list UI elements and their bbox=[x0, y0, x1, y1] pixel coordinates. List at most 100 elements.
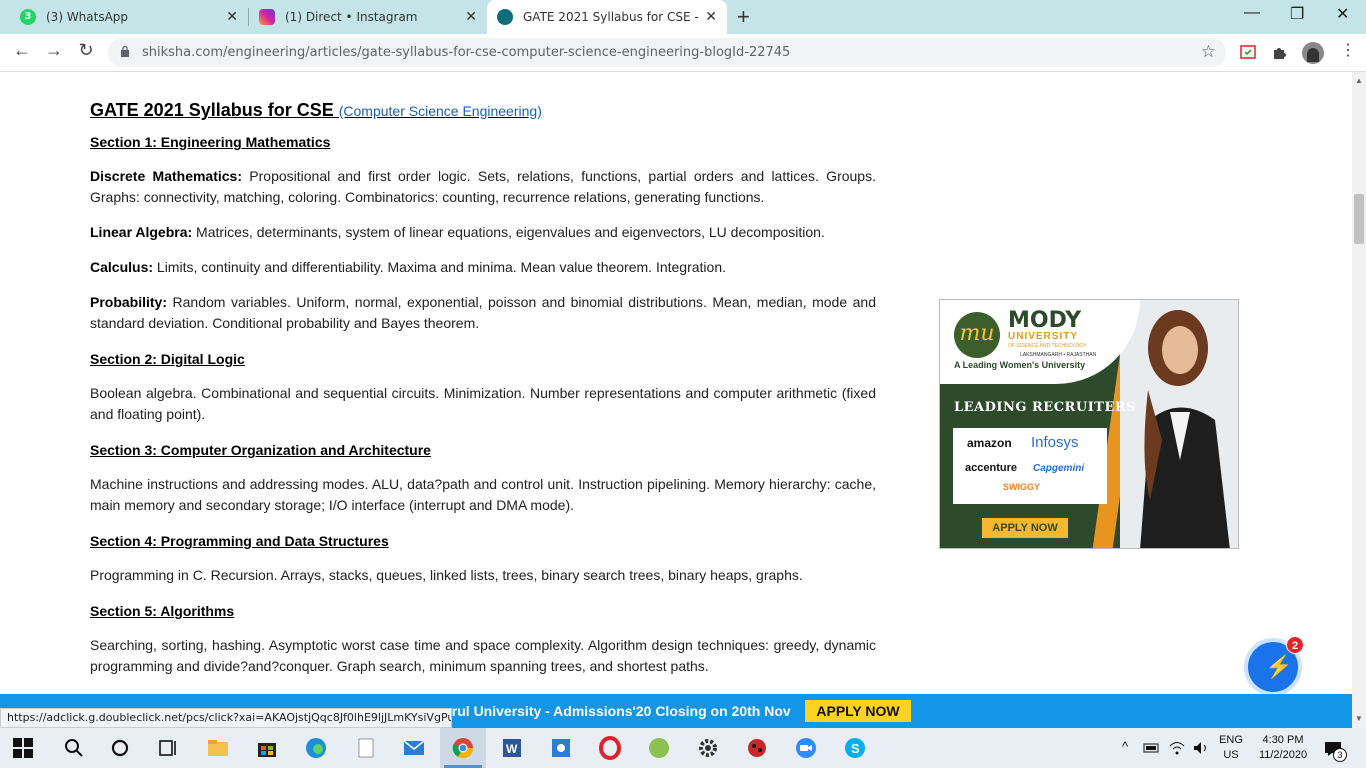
ad-heading: LEADING RECRUITERS bbox=[954, 400, 1137, 415]
amazon-logo: amazon bbox=[967, 436, 1012, 450]
banner-text: arul University - Admissions'20 Closing … bbox=[444, 703, 791, 719]
date-text: 11/2/2020 bbox=[1258, 749, 1308, 761]
close-icon[interactable]: ✕ bbox=[465, 9, 477, 25]
minimize-button[interactable]: — bbox=[1244, 4, 1260, 22]
section-heading: Section 5: Algorithms bbox=[90, 603, 235, 619]
ad-apply-button[interactable]: APPLY NOW bbox=[982, 518, 1068, 538]
scrollbar-thumb[interactable] bbox=[1354, 194, 1364, 244]
vertical-scrollbar[interactable]: ▲ ▼ bbox=[1352, 72, 1366, 728]
para-text: Searching, sorting, hashing. Asymptotic … bbox=[90, 637, 876, 674]
shiksha-icon bbox=[497, 9, 513, 25]
file-explorer-icon[interactable] bbox=[206, 736, 230, 760]
ladybug-app-icon[interactable] bbox=[745, 736, 769, 760]
language-indicator[interactable]: ENG US bbox=[1218, 733, 1244, 763]
ad-subtitle: OF SCIENCE AND TECHNOLOGY bbox=[1008, 343, 1087, 349]
para-label: Probability: bbox=[90, 294, 168, 310]
tab-title: GATE 2021 Syllabus for CSE - Do bbox=[523, 10, 699, 24]
wifi-icon[interactable] bbox=[1168, 739, 1186, 757]
opera-icon[interactable] bbox=[598, 736, 622, 760]
scroll-up-arrow-icon[interactable]: ▲ bbox=[1355, 76, 1363, 85]
banner-apply-button[interactable]: APPLY NOW bbox=[805, 700, 911, 722]
tab-instagram[interactable]: (1) Direct • Instagram ✕ bbox=[249, 0, 487, 34]
word-icon[interactable]: W bbox=[500, 736, 524, 760]
extension-shield-icon[interactable] bbox=[1239, 43, 1257, 61]
whatsapp-icon: 3 bbox=[20, 9, 36, 25]
clock[interactable]: 4:30 PM 11/2/2020 bbox=[1254, 733, 1312, 763]
status-url: https://adclick.g.doubleclick.net/pcs/cl… bbox=[0, 708, 452, 728]
para-text: Programming in C. Recursion. Arrays, sta… bbox=[90, 567, 803, 583]
new-tab-button[interactable]: + bbox=[737, 4, 750, 30]
para-text: Matrices, determinants, system of linear… bbox=[192, 224, 825, 240]
windows-start-icon[interactable] bbox=[13, 738, 33, 758]
paragraph-algorithms: Searching, sorting, hashing. Asymptotic … bbox=[90, 635, 876, 677]
paragraph-linear-algebra: Linear Algebra: Matrices, determinants, … bbox=[90, 222, 876, 243]
para-text: Boolean algebra. Combinational and seque… bbox=[90, 385, 876, 422]
edge-icon[interactable] bbox=[304, 736, 328, 760]
close-window-button[interactable]: ✕ bbox=[1336, 4, 1349, 24]
bookmark-star-icon[interactable]: ☆ bbox=[1201, 42, 1216, 62]
para-label: Discrete Mathematics: bbox=[90, 168, 243, 184]
forward-button[interactable]: → bbox=[42, 40, 66, 61]
ad-brand: MODY bbox=[1008, 308, 1082, 333]
section-heading: Section 3: Computer Organization and Arc… bbox=[90, 442, 431, 458]
ad-woman-image bbox=[1120, 300, 1238, 548]
skype-icon[interactable]: S bbox=[843, 736, 867, 760]
profile-avatar[interactable] bbox=[1302, 42, 1324, 64]
section-heading: Section 1: Engineering Mathematics bbox=[90, 134, 331, 150]
tab-title: (1) Direct • Instagram bbox=[285, 10, 418, 24]
scroll-down-arrow-icon[interactable]: ▼ bbox=[1355, 714, 1363, 723]
page-content: GATE 2021 Syllabus for CSE (Computer Sci… bbox=[0, 72, 1352, 694]
maximize-button[interactable]: ❐ bbox=[1290, 4, 1304, 24]
para-text: Limits, continuity and differentiability… bbox=[153, 259, 726, 275]
paragraph-programming: Programming in C. Recursion. Arrays, sta… bbox=[90, 565, 876, 586]
tab-gate-syllabus[interactable]: GATE 2021 Syllabus for CSE - Do ✕ bbox=[487, 0, 727, 34]
back-button[interactable]: ← bbox=[10, 40, 34, 61]
paragraph-discrete-math: Discrete Mathematics: Propositional and … bbox=[90, 166, 876, 208]
search-icon[interactable] bbox=[62, 736, 86, 760]
paragraph-probability: Probability: Random variables. Uniform, … bbox=[90, 292, 876, 334]
title-link[interactable]: (Computer Science Engineering) bbox=[339, 103, 542, 119]
paragraph-calculus: Calculus: Limits, continuity and differe… bbox=[90, 257, 876, 278]
instagram-icon bbox=[259, 9, 275, 25]
app-icon[interactable] bbox=[647, 736, 671, 760]
zoom-icon[interactable] bbox=[794, 736, 818, 760]
infosys-logo: Infosys bbox=[1031, 434, 1079, 451]
para-label: Linear Algebra: bbox=[90, 224, 193, 240]
chevron-up-icon[interactable]: ^ bbox=[1122, 739, 1128, 754]
recruiter-logos: amazon Infosys accenture Capgemini SWIGG… bbox=[953, 428, 1107, 504]
para-text: Random variables. Uniform, normal, expon… bbox=[90, 294, 876, 331]
section-heading: Section 2: Digital Logic bbox=[90, 351, 245, 367]
mody-university-ad[interactable]: mu MODY UNIVERSITY OF SCIENCE AND TECHNO… bbox=[939, 299, 1239, 549]
browser-menu-icon[interactable]: ⋮ bbox=[1336, 40, 1360, 60]
paragraph-computer-org: Machine instructions and addressing mode… bbox=[90, 474, 876, 516]
notepad-icon[interactable] bbox=[354, 736, 378, 760]
section-heading: Section 4: Programming and Data Structur… bbox=[90, 533, 389, 549]
ad-tagline: A Leading Women's University bbox=[954, 360, 1086, 370]
close-icon[interactable]: ✕ bbox=[226, 9, 238, 25]
article-title: GATE 2021 Syllabus for CSE (Computer Sci… bbox=[90, 100, 542, 122]
task-view-icon[interactable] bbox=[156, 736, 180, 760]
ad-location: LAKSHMANGARH • RAJASTHAN bbox=[1020, 352, 1097, 358]
time-text: 4:30 PM bbox=[1262, 734, 1304, 746]
volume-icon[interactable] bbox=[1192, 739, 1210, 757]
store-icon[interactable] bbox=[255, 736, 279, 760]
lock-icon bbox=[121, 45, 129, 57]
svg-text:S: S bbox=[851, 741, 860, 756]
chrome-icon[interactable] bbox=[451, 736, 475, 760]
reload-button[interactable]: ↻ bbox=[74, 40, 98, 61]
notification-fab[interactable]: ⚡ 2 bbox=[1244, 636, 1304, 694]
address-bar[interactable]: shiksha.com/engineering/articles/gate-sy… bbox=[108, 38, 1226, 67]
swiggy-logo: SWIGGY bbox=[1003, 482, 1041, 492]
paragraph-digital-logic: Boolean algebra. Combinational and seque… bbox=[90, 383, 876, 425]
mail-icon[interactable] bbox=[402, 736, 426, 760]
extensions-puzzle-icon[interactable] bbox=[1271, 43, 1289, 61]
close-icon[interactable]: ✕ bbox=[705, 9, 717, 25]
para-text: Machine instructions and addressing mode… bbox=[90, 476, 876, 513]
cortana-icon[interactable] bbox=[108, 736, 132, 760]
tab-whatsapp[interactable]: 3 (3) WhatsApp ✕ bbox=[10, 0, 248, 34]
settings-app-icon[interactable] bbox=[549, 736, 573, 760]
tab-title: (3) WhatsApp bbox=[46, 10, 129, 24]
para-label: Calculus: bbox=[90, 259, 154, 275]
battery-icon[interactable] bbox=[1143, 739, 1161, 757]
gear-icon[interactable] bbox=[696, 736, 720, 760]
